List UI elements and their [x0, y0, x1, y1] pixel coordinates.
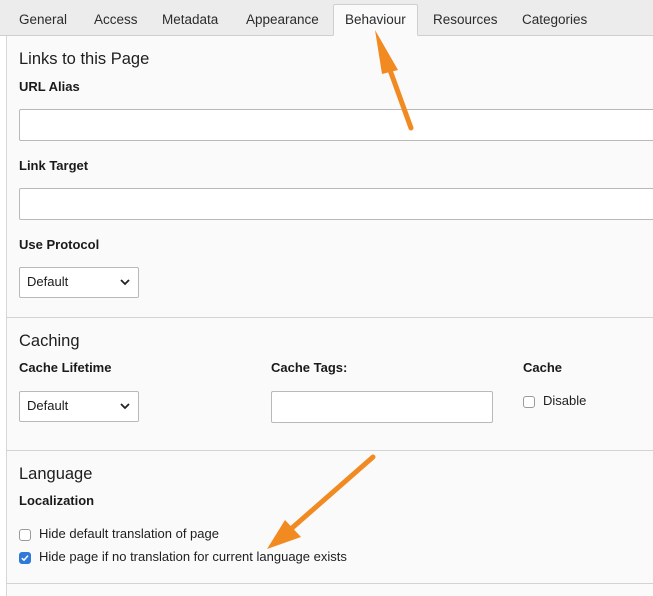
annotation-overlay	[267, 30, 414, 549]
arrow-annotation	[267, 454, 376, 549]
arrow-annotation	[375, 30, 414, 131]
